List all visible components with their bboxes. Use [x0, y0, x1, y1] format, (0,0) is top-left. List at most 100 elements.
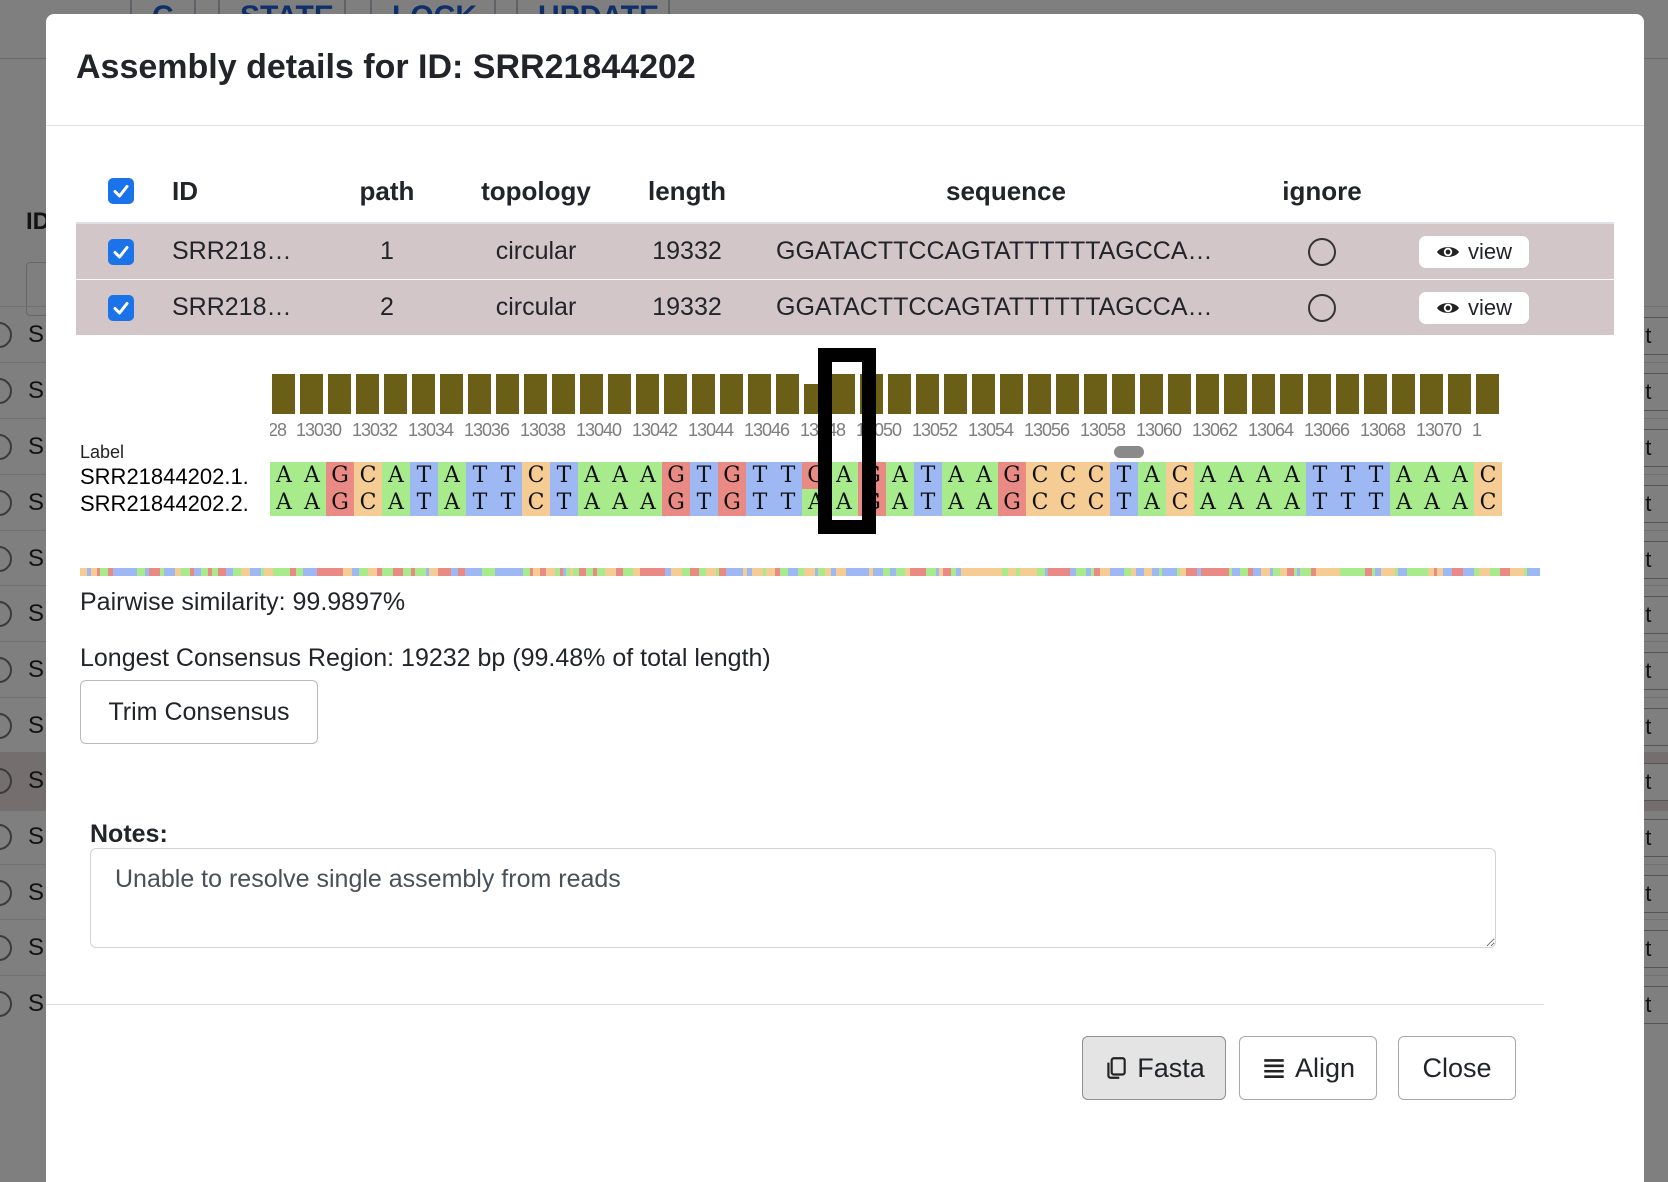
coverage-bar [1448, 374, 1471, 414]
sequence-label: SRR21844202.2. [80, 491, 249, 516]
base-cell: G [718, 489, 746, 516]
scroll-handle[interactable] [1114, 446, 1144, 458]
base-cell: C [354, 462, 382, 489]
ruler-tick: 13068 [1360, 420, 1406, 440]
column-header-sequence[interactable]: sequence [776, 154, 1236, 222]
base-cell: A [1418, 489, 1446, 516]
ruler-tick: 13070 [1416, 420, 1462, 440]
base-cell: A [1250, 462, 1278, 489]
base-cell: C [1054, 489, 1082, 516]
base-cell: G [662, 489, 690, 516]
modal-footer-divider [46, 1004, 1544, 1005]
row-length: 19332 [652, 293, 722, 321]
table-row[interactable]: SRR218… 1 circular 19332 GGATACTTCCAGTAT… [76, 224, 1614, 280]
modal-title: Assembly details for ID: SRR21844202 [76, 48, 696, 86]
coverage-bar [1476, 374, 1499, 414]
column-header-path[interactable]: path [334, 154, 440, 222]
table-row[interactable]: SRR218… 2 circular 19332 GGATACTTCCAGTAT… [76, 280, 1614, 336]
base-cell: A [634, 462, 662, 489]
ruler-tick: 13030 [296, 420, 342, 440]
coverage-bar [1280, 374, 1303, 414]
column-header-length[interactable]: length [636, 154, 738, 222]
base-cell: T [550, 489, 578, 516]
coverage-bar [1168, 374, 1191, 414]
base-cell: C [354, 489, 382, 516]
ignore-radio[interactable] [1308, 237, 1336, 266]
coverage-bar [1140, 374, 1163, 414]
ruler-tick: 13064 [1248, 420, 1294, 440]
base-cell: T [410, 489, 438, 516]
ignore-radio[interactable] [1308, 293, 1336, 322]
view-button[interactable]: view [1418, 290, 1530, 325]
coverage-bar [384, 374, 407, 414]
align-button[interactable]: Align [1239, 1036, 1377, 1100]
coverage-bar [272, 374, 295, 414]
coverage-bar [972, 374, 995, 414]
trim-consensus-button[interactable]: Trim Consensus [80, 680, 318, 744]
base-cell: A [578, 489, 606, 516]
ruler-tick: 13054 [968, 420, 1014, 440]
coverage-bar [524, 374, 547, 414]
view-button-label: view [1467, 238, 1512, 264]
base-cell: A [606, 462, 634, 489]
base-cell: C [1474, 489, 1502, 516]
row-checkbox[interactable] [108, 238, 134, 265]
base-cell: G [998, 489, 1026, 516]
base-cell: A [298, 462, 326, 489]
coverage-bar [1196, 374, 1219, 414]
base-cell: A [270, 462, 298, 489]
base-cell: A [438, 462, 466, 489]
alignment-viewer[interactable]: 28 13030 13032 13034 13036 13038 13040 13042 130… [80, 344, 1540, 576]
coverage-bar [440, 374, 463, 414]
column-header-ignore[interactable]: ignore [1272, 154, 1372, 222]
ruler-tick: 13056 [1024, 420, 1070, 440]
coverage-bar [328, 374, 351, 414]
alignment-overview-bar[interactable] [80, 568, 1540, 576]
close-button[interactable]: Close [1398, 1036, 1516, 1100]
column-header-topology[interactable]: topology [468, 154, 604, 222]
base-cell: T [914, 489, 942, 516]
base-cell: G [998, 462, 1026, 489]
base-cell: A [1278, 489, 1306, 516]
ruler-tick: 13060 [1136, 420, 1182, 440]
coverage-track [272, 374, 1499, 414]
base-cell: A [270, 489, 298, 516]
base-cell: T [550, 462, 578, 489]
base-cell: A [298, 489, 326, 516]
row-path: 2 [380, 293, 394, 321]
base-cell: A [1138, 489, 1166, 516]
row-topology: circular [495, 293, 577, 321]
align-button-label: Align [1294, 1052, 1356, 1083]
base-cell: A [1222, 489, 1250, 516]
row-id: SRR218… [172, 293, 292, 321]
coverage-bar [1252, 374, 1275, 414]
row-id: SRR218… [172, 237, 292, 265]
coverage-bar [1000, 374, 1023, 414]
table-header: ID path topology length sequence ignore [76, 154, 1614, 224]
coverage-bar [776, 374, 799, 414]
select-all-checkbox[interactable] [108, 178, 134, 204]
base-cell: A [1250, 489, 1278, 516]
column-header-id[interactable]: ID [172, 154, 312, 222]
ruler-tick: 13032 [352, 420, 398, 440]
eye-icon [1436, 246, 1459, 257]
base-cell: A [970, 462, 998, 489]
base-cell: A [942, 462, 970, 489]
base-cell: G [662, 462, 690, 489]
view-button[interactable]: view [1418, 234, 1530, 269]
base-cell: T [690, 462, 718, 489]
coverage-bar [412, 374, 435, 414]
notes-textarea[interactable] [90, 848, 1496, 948]
base-cell: T [1334, 489, 1362, 516]
coverage-bar [1336, 374, 1359, 414]
row-checkbox[interactable] [108, 294, 134, 321]
coverage-bar [692, 374, 715, 414]
base-cell: T [1306, 462, 1334, 489]
base-cell: T [1306, 489, 1334, 516]
pairwise-similarity: Pairwise similarity: 99.9897% [80, 588, 406, 616]
coverage-bar [720, 374, 743, 414]
base-cell: A [1418, 462, 1446, 489]
fasta-button[interactable]: Fasta [1082, 1036, 1226, 1100]
base-cell: A [886, 489, 914, 516]
coverage-bar [1224, 374, 1247, 414]
